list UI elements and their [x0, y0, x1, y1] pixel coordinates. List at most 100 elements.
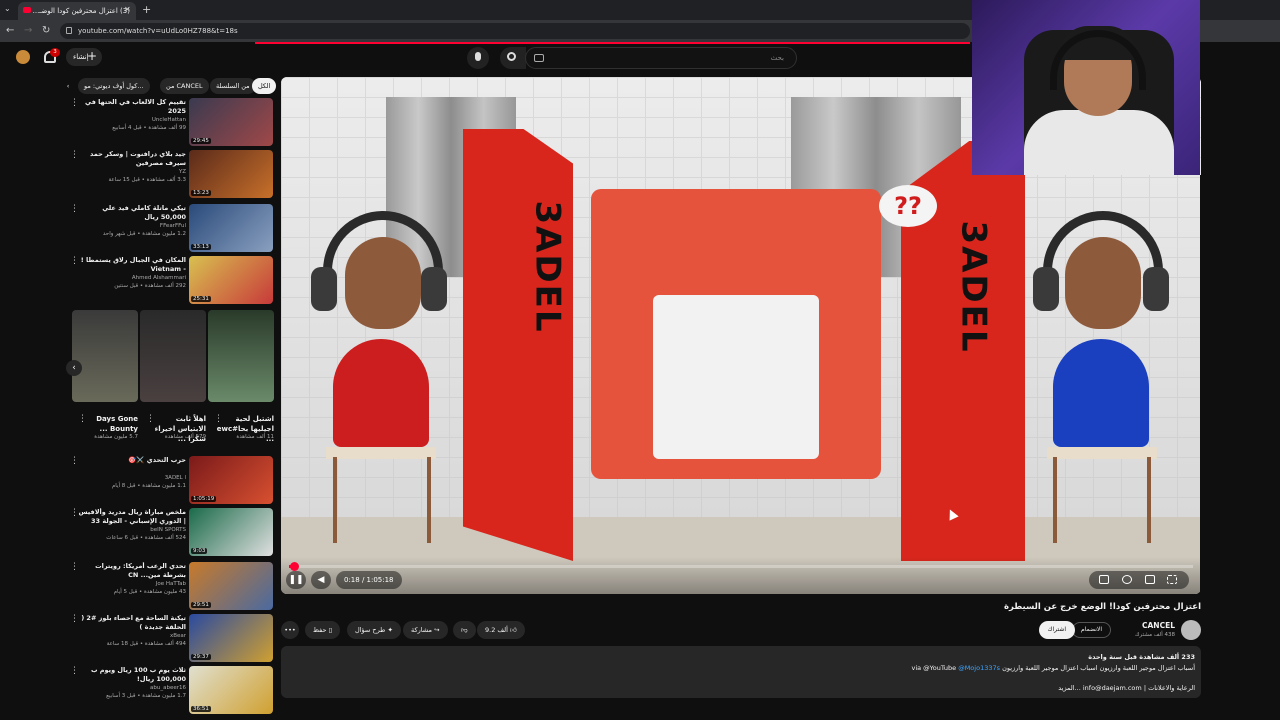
- list-item[interactable]: 9:03 ملخص مباراة ريال مدريد وألافيس | ال…: [70, 508, 276, 558]
- subscribe-button[interactable]: اشتراك: [1038, 621, 1075, 639]
- video-thumbnail[interactable]: 29:37: [189, 614, 273, 662]
- more-actions-button[interactable]: •••: [281, 621, 299, 639]
- short-thumbnail[interactable]: [72, 310, 138, 402]
- blue-chair: [1053, 339, 1149, 447]
- channel-name[interactable]: YZ: [76, 169, 186, 175]
- more-options-icon[interactable]: ⋮: [78, 414, 87, 424]
- subtitles-icon[interactable]: [1099, 575, 1109, 584]
- more-options-icon[interactable]: ⋮: [70, 456, 79, 466]
- new-tab-icon[interactable]: +: [142, 3, 151, 16]
- video-meta: 43 مليون مشاهدة • قبل 5 أيام: [113, 589, 186, 595]
- keyboard-icon[interactable]: [534, 54, 544, 62]
- chip-1[interactable]: الكل: [252, 78, 276, 94]
- video-thumbnail[interactable]: 29:51: [189, 562, 273, 610]
- video-title[interactable]: تيكنة الساحة مع احصاء بلوز #2 ( الحلقة ج…: [76, 614, 186, 632]
- search-button[interactable]: [500, 47, 526, 69]
- more-options-icon[interactable]: ⋮: [70, 666, 79, 676]
- short-thumbnail[interactable]: [208, 310, 274, 402]
- voice-search-button[interactable]: [467, 47, 489, 69]
- avatar[interactable]: [16, 50, 30, 64]
- channel-name[interactable]: UncleHattan: [76, 117, 186, 123]
- fullscreen-icon[interactable]: [1167, 575, 1177, 584]
- list-item[interactable]: 25:31 المكان في الجبال رلاق يستمطا ! - V…: [70, 256, 276, 306]
- headphone-cup: [421, 267, 447, 311]
- browser-tab[interactable]: (3) اعتزال محترفين كودا الوضـ...: [18, 2, 136, 20]
- video-title[interactable]: تقييم كل الالعاب في الحتها في 2025: [76, 98, 186, 116]
- more-options-icon[interactable]: ⋮: [146, 414, 155, 424]
- forward-icon[interactable]: →: [24, 25, 32, 36]
- pause-icon[interactable]: ❚❚: [286, 571, 306, 589]
- headphone-cup: [311, 267, 337, 311]
- theater-mode-icon[interactable]: [1145, 575, 1155, 584]
- settings-gear-icon[interactable]: [1122, 575, 1132, 584]
- video-title[interactable]: جيد بلاي درافنوت | وسكر حمد سيرف مصرفين: [76, 150, 186, 168]
- list-item[interactable]: 29:51 تحدي الرعب أمريكا: رويترات بشرطة م…: [70, 562, 276, 612]
- channel-name[interactable]: abu_abeer16: [76, 685, 186, 691]
- list-item[interactable]: 36:51 ثلاث يوم ب 100 ريال ويوم ب 100,000…: [70, 666, 276, 716]
- search-input[interactable]: بحث: [525, 47, 797, 69]
- handle-link[interactable]: @Mojo1337s: [958, 664, 1000, 672]
- dislike-button[interactable]: 👎︎: [453, 621, 476, 639]
- channel-name[interactable]: Ahmed Alshammari: [76, 275, 186, 281]
- like-button[interactable]: 9.2 ألف 👍︎: [477, 621, 525, 639]
- description-box[interactable]: 233 ألف مشاهدة قبل سنة واحدة أسباب اعتزا…: [281, 646, 1201, 698]
- reload-icon[interactable]: ↻: [42, 25, 50, 36]
- short-title[interactable]: Days Gone Bounty ...: [78, 414, 138, 434]
- video-thumbnail[interactable]: 36:51: [189, 666, 273, 714]
- more-options-icon[interactable]: ⋮: [70, 98, 79, 108]
- channel-name[interactable]: FFearFFul: [76, 223, 186, 229]
- email-text[interactable]: info@daejam.com: [1083, 684, 1142, 692]
- video-thumbnail[interactable]: 29:45: [189, 98, 273, 146]
- chips-prev-icon[interactable]: ‹: [62, 78, 74, 94]
- tab-close-icon[interactable]: ✕: [124, 5, 131, 14]
- join-button[interactable]: الانضمام: [1072, 622, 1111, 638]
- short-thumbnail[interactable]: [140, 310, 206, 402]
- chip-4[interactable]: كول أوف ديوتي: مو...: [78, 78, 150, 94]
- more-options-icon[interactable]: ⋮: [70, 508, 79, 518]
- video-thumbnail[interactable]: 1:05:19: [189, 456, 273, 504]
- chip-2[interactable]: من السلسلة: [210, 78, 256, 94]
- site-info-icon[interactable]: [66, 27, 72, 34]
- video-thumbnail[interactable]: 13:23: [189, 150, 273, 198]
- list-item[interactable]: 33:13 تيكي ماتلة كاملي فيد علي 50,000 ري…: [70, 204, 276, 254]
- list-item[interactable]: 29:37 تيكنة الساحة مع احصاء بلوز #2 ( ال…: [70, 614, 276, 664]
- share-button[interactable]: مشاركة ↪: [403, 621, 448, 639]
- channel-name[interactable]: beIN SPORTS: [76, 527, 186, 533]
- channel-name[interactable]: xBear: [76, 633, 186, 639]
- chip-3[interactable]: من CANCEL: [160, 78, 209, 94]
- seek-bar[interactable]: [289, 562, 1193, 571]
- channel-name[interactable]: CANCEL: [1142, 621, 1175, 630]
- list-item[interactable]: 29:45 تقييم كل الالعاب في الحتها في 2025…: [70, 98, 276, 148]
- volume-icon[interactable]: ◀: [311, 571, 331, 589]
- video-title[interactable]: ملخص مباراة ريال مدريد وألافيس | الدوري …: [76, 508, 186, 526]
- back-icon[interactable]: ←: [6, 25, 14, 36]
- more-options-icon[interactable]: ⋮: [70, 614, 79, 624]
- create-button[interactable]: إنشاء +: [66, 48, 102, 66]
- more-options-icon[interactable]: ⋮: [214, 414, 223, 424]
- video-thumbnail[interactable]: 25:31: [189, 256, 273, 304]
- more-options-icon[interactable]: ⋮: [70, 150, 79, 160]
- show-more-link[interactable]: ...المزيد: [1058, 684, 1081, 692]
- video-title[interactable]: المكان في الجبال رلاق يستمطا ! - Vietnam: [76, 256, 186, 274]
- more-options-icon[interactable]: ⋮: [70, 562, 79, 572]
- video-thumbnail[interactable]: 9:03: [189, 508, 273, 556]
- ask-button[interactable]: طرح سؤال ✦: [347, 621, 401, 639]
- more-options-icon[interactable]: ⋮: [70, 256, 79, 266]
- video-title[interactable]: تحدي الرعب أمريكا: رويترات بشرطة مين... …: [76, 562, 186, 580]
- seek-handle[interactable]: [289, 562, 299, 571]
- channel-name[interactable]: Joe HaTTab: [76, 581, 186, 587]
- channel-name[interactable]: 3ADEL l: [76, 475, 186, 481]
- tab-menu-icon[interactable]: ⌄: [4, 4, 11, 13]
- url-bar[interactable]: youtube.com/watch?v=uUdLo0HZ788&t=18s: [60, 23, 970, 39]
- shelf-prev-icon[interactable]: ‹: [66, 360, 82, 376]
- video-thumbnail[interactable]: 33:13: [189, 204, 273, 252]
- list-item[interactable]: 13:23 جيد بلاي درافنوت | وسكر حمد سيرف م…: [70, 150, 276, 200]
- video-title[interactable]: حرب التحدي ⚔️🎯: [76, 456, 186, 465]
- save-button[interactable]: حفظ ▯: [305, 621, 341, 639]
- channel-avatar[interactable]: [1181, 620, 1201, 640]
- video-title[interactable]: ثلاث يوم ب 100 ريال ويوم ب 100,000 ريال!: [76, 666, 186, 684]
- video-title[interactable]: تيكي ماتلة كاملي فيد علي 50,000 ريال: [76, 204, 186, 222]
- list-item[interactable]: 1:05:19 حرب التحدي ⚔️🎯 3ADEL l 1.1 مليون…: [70, 456, 276, 506]
- save-label: حفظ: [313, 626, 327, 634]
- more-options-icon[interactable]: ⋮: [70, 204, 79, 214]
